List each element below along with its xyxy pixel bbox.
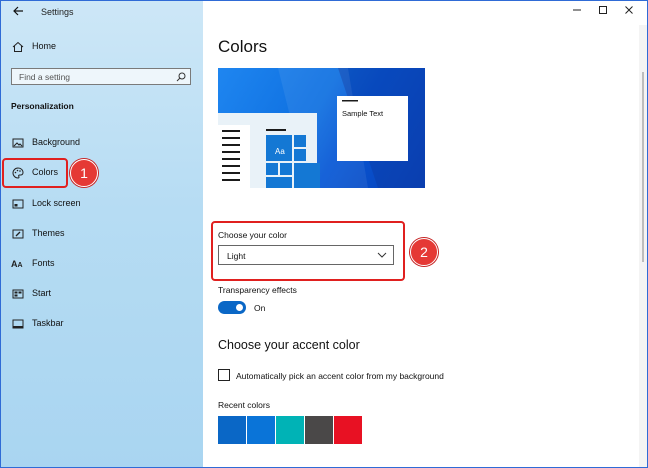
transparency-toggle[interactable] <box>218 301 246 314</box>
scrollbar[interactable] <box>639 25 647 467</box>
recent-color-swatch[interactable] <box>276 416 304 444</box>
sidebar-item-label: Home <box>32 41 57 51</box>
sample-text: Sample Text <box>342 109 384 118</box>
sidebar-item-home[interactable]: Home <box>1 34 203 60</box>
search-placeholder: Find a setting <box>19 72 71 82</box>
sidebar-item-fonts[interactable]: AA Fonts <box>1 251 203 277</box>
sidebar-item-label: Start <box>32 288 52 298</box>
search-icon <box>176 72 186 82</box>
theme-preview: Sample Text Aa <box>218 68 425 188</box>
recent-colors-label: Recent colors <box>218 400 270 410</box>
transparency-label: Transparency effects <box>218 285 297 295</box>
picture-icon <box>12 138 24 148</box>
arrow-left-icon <box>13 6 23 16</box>
recent-color-swatch[interactable] <box>247 416 275 444</box>
start-icon <box>12 289 24 299</box>
back-button[interactable] <box>9 3 27 21</box>
sidebar-item-start[interactable]: Start <box>1 281 203 307</box>
taskbar-icon <box>12 319 24 329</box>
recent-color-swatch[interactable] <box>305 416 333 444</box>
transparency-state: On <box>254 303 266 313</box>
section-title: Personalization <box>11 101 74 111</box>
sidebar-item-label: Background <box>32 137 81 147</box>
accent-heading: Choose your accent color <box>218 338 360 352</box>
brush-icon <box>12 229 24 239</box>
page-title: Colors <box>218 37 268 56</box>
tile-label: Aa <box>275 147 285 156</box>
search-input[interactable]: Find a setting <box>11 68 191 85</box>
lock-screen-icon <box>12 199 24 209</box>
auto-accent-label: Automatically pick an accent color from … <box>236 371 444 381</box>
sidebar-item-label: Themes <box>32 228 65 238</box>
sidebar-item-background[interactable]: Background <box>1 130 203 156</box>
sidebar-item-label: Lock screen <box>32 198 81 208</box>
sidebar-item-label: Fonts <box>32 258 55 268</box>
annotation-badge-1: 1 <box>70 159 98 187</box>
sidebar: Settings Home Find a setting Personaliza… <box>1 1 203 467</box>
annotation-badge-2: 2 <box>410 238 438 266</box>
sidebar-item-themes[interactable]: Themes <box>1 221 203 247</box>
font-icon: AA <box>11 259 23 269</box>
scrollbar-thumb[interactable] <box>642 72 644 262</box>
preview-graphic <box>218 68 425 188</box>
sidebar-item-lock-screen[interactable]: Lock screen <box>1 191 203 217</box>
sidebar-item-label: Taskbar <box>32 318 64 328</box>
app-title: Settings <box>41 7 74 17</box>
sidebar-item-taskbar[interactable]: Taskbar <box>1 311 203 337</box>
auto-accent-checkbox[interactable] <box>218 369 230 381</box>
home-icon <box>12 41 24 52</box>
recent-color-swatch[interactable] <box>334 416 362 444</box>
highlight-choose-color <box>211 221 405 281</box>
recent-color-swatch[interactable] <box>218 416 246 444</box>
highlight-colors-item <box>2 158 68 188</box>
toggle-knob <box>236 304 243 311</box>
